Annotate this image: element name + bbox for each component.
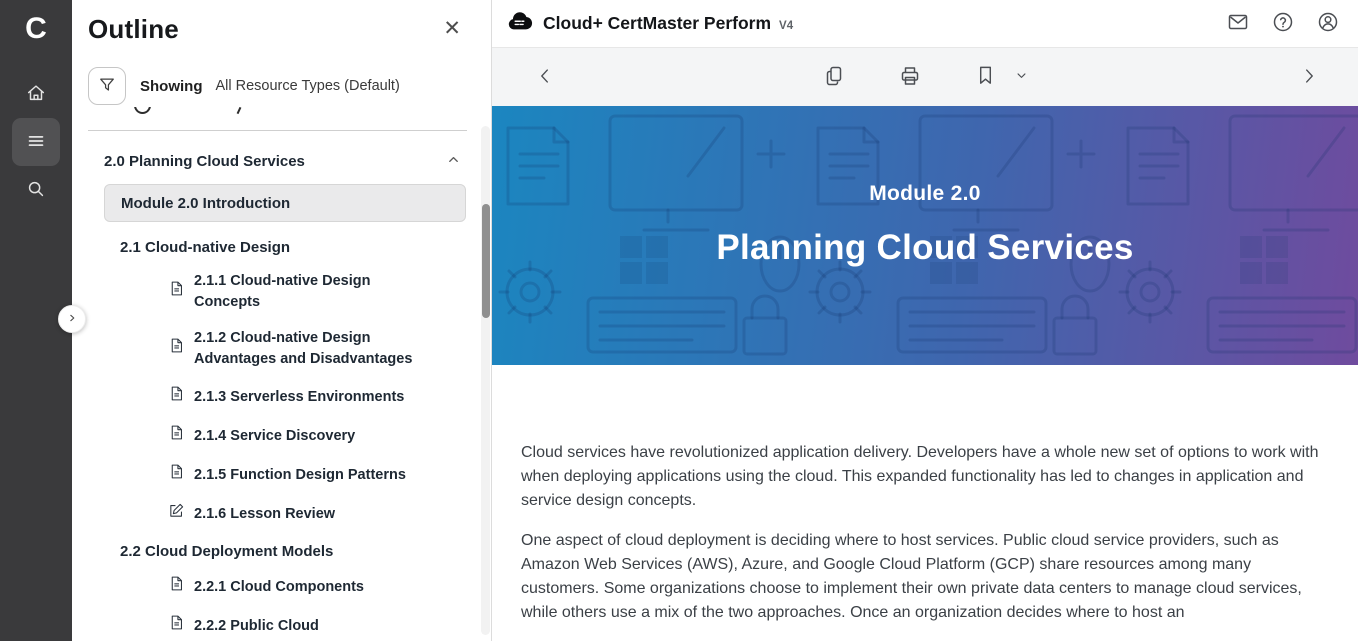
chevron-left-icon <box>534 65 556 90</box>
outline-title: Outline <box>88 14 179 45</box>
filter-showing-label: Showing <box>140 78 203 95</box>
document-icon <box>168 337 185 361</box>
module-hero: Module 2.0 Planning Cloud Services <box>492 106 1358 365</box>
module-number: Module 2.0 <box>492 182 1358 206</box>
messages-button[interactable] <box>1224 8 1252 39</box>
main-area: Cloud+ CertMaster Perform V4 <box>492 0 1358 641</box>
outline-item-2-1-4[interactable]: 2.1.4 Service Discovery <box>168 424 440 448</box>
copy-button[interactable] <box>820 62 848 93</box>
bookmark-menu-button[interactable] <box>1012 66 1031 88</box>
outline-item-2-1-6[interactable]: 2.1.6 Lesson Review <box>168 502 440 526</box>
search-button[interactable] <box>12 168 60 212</box>
app-root: C Outline ✕ Sh <box>0 0 1358 641</box>
app-header: Cloud+ CertMaster Perform V4 <box>492 0 1358 48</box>
header-actions <box>1224 8 1342 39</box>
previous-page-button[interactable] <box>532 63 558 92</box>
outline-tree: 2.0 Planning Cloud Services Module 2.0 I… <box>72 131 491 638</box>
account-icon <box>1316 10 1340 37</box>
outline-item-2-1-5[interactable]: 2.1.5 Function Design Patterns <box>168 463 440 487</box>
document-icon <box>168 614 185 638</box>
lesson-paragraph: Cloud services have revolutionized appli… <box>521 441 1333 513</box>
document-icon <box>168 385 185 409</box>
filter-row: Showing All Resource Types (Default) <box>72 45 491 105</box>
document-icon <box>168 575 185 599</box>
outline-item-module-2-0-introduction[interactable]: Module 2.0 Introduction <box>104 184 466 222</box>
lesson-content: Cloud services have revolutionized appli… <box>492 365 1358 641</box>
cloud-icon <box>506 8 533 40</box>
mail-icon <box>1226 10 1250 37</box>
print-icon <box>898 64 922 91</box>
pencil-icon <box>168 502 185 526</box>
chevron-up-icon[interactable] <box>446 152 461 171</box>
help-button[interactable] <box>1269 8 1297 39</box>
funnel-icon <box>97 75 117 98</box>
module-title: Planning Cloud Services <box>492 228 1358 268</box>
copy-icon <box>822 64 846 91</box>
outline-subsection-2-1[interactable]: 2.1 Cloud-native Design <box>88 239 467 256</box>
chevron-down-icon <box>1014 68 1029 86</box>
outline-scrollbar-track[interactable] <box>481 126 490 635</box>
document-icon <box>168 280 185 304</box>
hero-text-block: Module 2.0 Planning Cloud Services <box>492 182 1358 268</box>
home-icon <box>25 82 47 107</box>
search-icon <box>25 178 47 203</box>
account-button[interactable] <box>1314 8 1342 39</box>
lesson-paragraph: One aspect of cloud deployment is decidi… <box>521 529 1333 625</box>
outline-panel: Outline ✕ Showing All Resource Types (De… <box>72 0 492 641</box>
outline-section-2-0[interactable]: 2.0 Planning Cloud Services <box>88 141 467 176</box>
outline-item-2-1-2[interactable]: 2.1.2 Cloud-native Design Advantages and… <box>168 328 440 370</box>
content-toolbar <box>492 48 1358 106</box>
filter-value: All Resource Types (Default) <box>216 78 400 94</box>
chevron-right-icon <box>1298 65 1320 90</box>
product-version: V4 <box>779 20 793 32</box>
outline-item-2-2-1[interactable]: 2.2.1 Cloud Components <box>168 575 440 599</box>
help-icon <box>1271 10 1295 37</box>
outline-subsection-2-2[interactable]: 2.2 Cloud Deployment Models <box>88 543 467 560</box>
outline-item-2-2-2[interactable]: 2.2.2 Public Cloud <box>168 614 440 638</box>
outline-item-2-1-1[interactable]: 2.1.1 Cloud-native Design Concepts <box>168 271 440 313</box>
outline-header: Outline ✕ <box>72 0 491 45</box>
document-icon <box>168 424 185 448</box>
menu-icon <box>25 130 47 155</box>
next-page-button[interactable] <box>1296 63 1322 92</box>
bookmark-button[interactable] <box>972 62 999 92</box>
bookmark-icon <box>974 64 997 90</box>
home-button[interactable] <box>12 72 60 116</box>
close-outline-button[interactable]: ✕ <box>439 14 465 43</box>
partially-scrolled-item <box>88 107 467 123</box>
comptia-logo: C <box>25 10 47 48</box>
outline-menu-button[interactable] <box>12 118 60 166</box>
chevron-right-icon <box>66 312 78 327</box>
filter-button[interactable] <box>88 67 126 105</box>
outline-scrollbar-thumb[interactable] <box>482 204 490 318</box>
document-icon <box>168 463 185 487</box>
product-title: Cloud+ CertMaster Perform <box>543 13 771 34</box>
outline-item-2-1-3[interactable]: 2.1.3 Serverless Environments <box>168 385 440 409</box>
panel-collapse-button[interactable] <box>58 305 86 333</box>
print-button[interactable] <box>896 62 924 93</box>
